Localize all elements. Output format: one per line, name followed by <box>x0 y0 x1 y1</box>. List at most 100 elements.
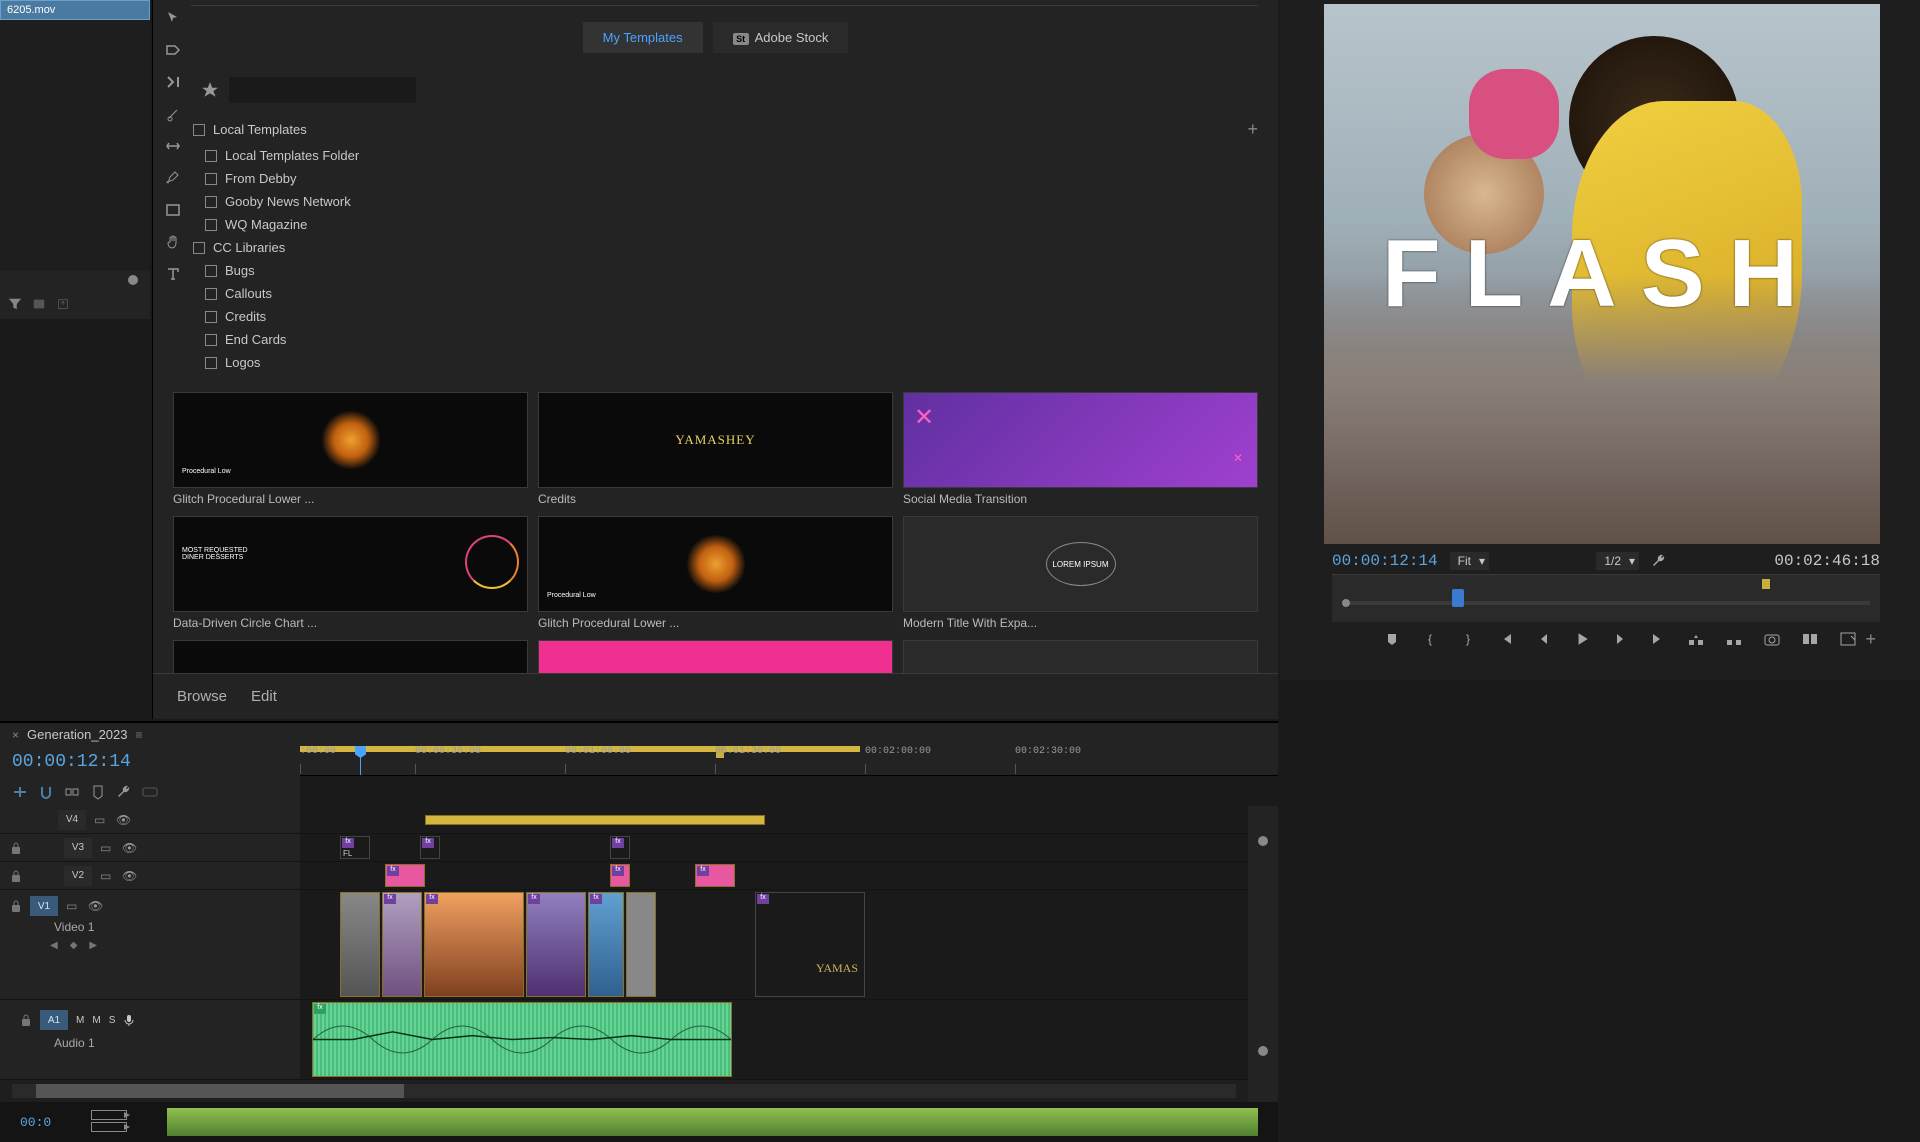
bracket-out-icon[interactable]: } <box>1459 630 1477 648</box>
clip[interactable]: fx <box>695 864 735 887</box>
favorites-icon[interactable] <box>201 81 219 99</box>
clip[interactable]: fx <box>526 892 586 997</box>
wrench-icon[interactable] <box>1651 553 1667 569</box>
template-item[interactable]: LOREM IPSUMModern Title With Expa... <box>903 516 1258 630</box>
checkbox[interactable] <box>205 311 217 323</box>
rectangle-tool[interactable] <box>163 200 183 220</box>
timeline-scrollbar[interactable] <box>12 1084 1236 1098</box>
voiceover-icon[interactable] <box>123 1014 135 1026</box>
vscroll-handle[interactable] <box>1258 836 1268 846</box>
tab-adobe-stock[interactable]: StAdobe Stock <box>713 22 849 53</box>
prev-keyframe-icon[interactable]: ◀ <box>50 940 58 951</box>
lock-icon[interactable] <box>10 899 22 913</box>
lock-icon[interactable] <box>10 869 22 883</box>
track-toggle-v3[interactable]: V3 <box>64 838 92 858</box>
tree-item[interactable]: From Debby <box>173 167 1258 190</box>
sequence-name[interactable]: Generation_2023 <box>27 727 127 742</box>
mute-icon[interactable]: ▭ <box>66 899 80 913</box>
clip[interactable]: fxYAMAS <box>755 892 865 997</box>
zoom-handle[interactable] <box>128 275 138 285</box>
eye-icon[interactable]: 👁 <box>116 813 131 827</box>
ripple-edit-tool[interactable] <box>163 72 183 92</box>
lock-icon[interactable] <box>10 841 22 855</box>
viewer[interactable]: FLASH <box>1324 4 1880 544</box>
track-select-tool[interactable] <box>163 40 183 60</box>
step-back-icon[interactable] <box>1535 630 1553 648</box>
tree-item[interactable]: Credits <box>173 305 1258 328</box>
panel-menu-icon[interactable]: ≡ <box>136 728 143 742</box>
clip[interactable] <box>340 892 380 997</box>
tree-item[interactable]: Callouts <box>173 282 1258 305</box>
checkbox[interactable] <box>205 265 217 277</box>
vscroll-handle[interactable] <box>1258 1046 1268 1056</box>
filter-icon[interactable] <box>8 297 22 311</box>
clip[interactable]: fx <box>588 892 624 997</box>
template-item[interactable]: ✕delete later <box>538 640 893 673</box>
mute-button[interactable]: M <box>76 1015 84 1026</box>
caption-icon[interactable] <box>142 784 158 800</box>
mute-button[interactable]: M <box>92 1015 100 1026</box>
selection-tool[interactable] <box>163 8 183 28</box>
template-item[interactable]: Orange Sherbet Left <box>903 640 1258 673</box>
checkbox[interactable] <box>193 242 205 254</box>
track-toggle-a1[interactable]: A1 <box>40 1010 68 1030</box>
template-item[interactable]: MOST REQUESTEDDINER DESSERTSData-Driven … <box>173 516 528 630</box>
template-item[interactable]: MINIMALBold Minimal Title <box>173 640 528 673</box>
template-item[interactable]: YAMASHEYCredits <box>538 392 893 506</box>
edit-tab[interactable]: Edit <box>251 688 277 705</box>
clip[interactable]: fx <box>382 892 422 997</box>
marker-icon[interactable] <box>90 784 106 800</box>
play-icon[interactable] <box>1573 630 1591 648</box>
tree-local-templates[interactable]: ▾ Local Templates + <box>173 115 1258 144</box>
new-item-icon[interactable] <box>32 297 46 311</box>
clip[interactable]: fx <box>385 864 425 887</box>
eye-icon[interactable]: 👁 <box>122 869 137 883</box>
slip-tool[interactable] <box>163 136 183 156</box>
mark-in-icon[interactable] <box>1383 630 1401 648</box>
in-point[interactable] <box>1342 599 1350 607</box>
audio-clip[interactable]: fx <box>312 1002 732 1077</box>
timeline-ruler[interactable]: :00:00 00:00:30:00 00:01:00:00 00:01:30:… <box>300 746 1278 776</box>
source-preview[interactable] <box>167 1108 1258 1136</box>
extract-icon[interactable] <box>1725 630 1743 648</box>
checkbox[interactable] <box>205 288 217 300</box>
clip[interactable]: fxFL <box>340 836 370 859</box>
tab-my-templates[interactable]: My Templates <box>583 22 703 53</box>
eye-icon[interactable]: 👁 <box>88 899 103 913</box>
clip[interactable]: fx <box>610 864 630 887</box>
clip[interactable]: fx <box>610 836 630 859</box>
resolution-select[interactable]: 1/2 <box>1596 552 1639 570</box>
checkbox[interactable] <box>205 219 217 231</box>
bracket-in-icon[interactable]: { <box>1421 630 1439 648</box>
browse-tab[interactable]: Browse <box>177 688 227 705</box>
eye-icon[interactable]: 👁 <box>122 841 137 855</box>
checkbox[interactable] <box>205 196 217 208</box>
marker[interactable] <box>1762 579 1770 589</box>
mute-icon[interactable]: ▭ <box>100 841 114 855</box>
add-keyframe-icon[interactable]: ◆ <box>70 940 78 951</box>
checkbox[interactable] <box>205 357 217 369</box>
export-frame-icon[interactable] <box>1763 630 1781 648</box>
solo-button[interactable]: S <box>109 1015 116 1026</box>
compare-icon[interactable] <box>1801 630 1819 648</box>
tree-item[interactable]: Local Templates Folder <box>173 144 1258 167</box>
source-timecode[interactable]: 00:0 <box>20 1115 51 1130</box>
tree-item[interactable]: WQ Magazine <box>173 213 1258 236</box>
template-item[interactable]: ✕✕Social Media Transition <box>903 392 1258 506</box>
insert-icon[interactable] <box>12 784 28 800</box>
search-input[interactable] <box>229 77 416 103</box>
add-folder-icon[interactable]: + <box>1247 119 1258 140</box>
lock-icon[interactable] <box>20 1013 32 1027</box>
template-item[interactable]: Procedural LowGlitch Procedural Lower ..… <box>538 516 893 630</box>
pen-tool[interactable] <box>163 168 183 188</box>
checkbox[interactable] <box>205 150 217 162</box>
hand-tool[interactable] <box>163 232 183 252</box>
timeline-playhead[interactable] <box>360 746 361 775</box>
monitor-timebar[interactable] <box>1332 574 1880 622</box>
mute-icon[interactable]: ▭ <box>94 813 108 827</box>
goto-out-icon[interactable] <box>1649 630 1667 648</box>
tree-item[interactable]: End Cards <box>173 328 1258 351</box>
next-keyframe-icon[interactable]: ▶ <box>89 940 97 951</box>
clip[interactable] <box>425 815 765 825</box>
timeline-timecode[interactable]: 00:00:12:14 <box>0 746 300 778</box>
